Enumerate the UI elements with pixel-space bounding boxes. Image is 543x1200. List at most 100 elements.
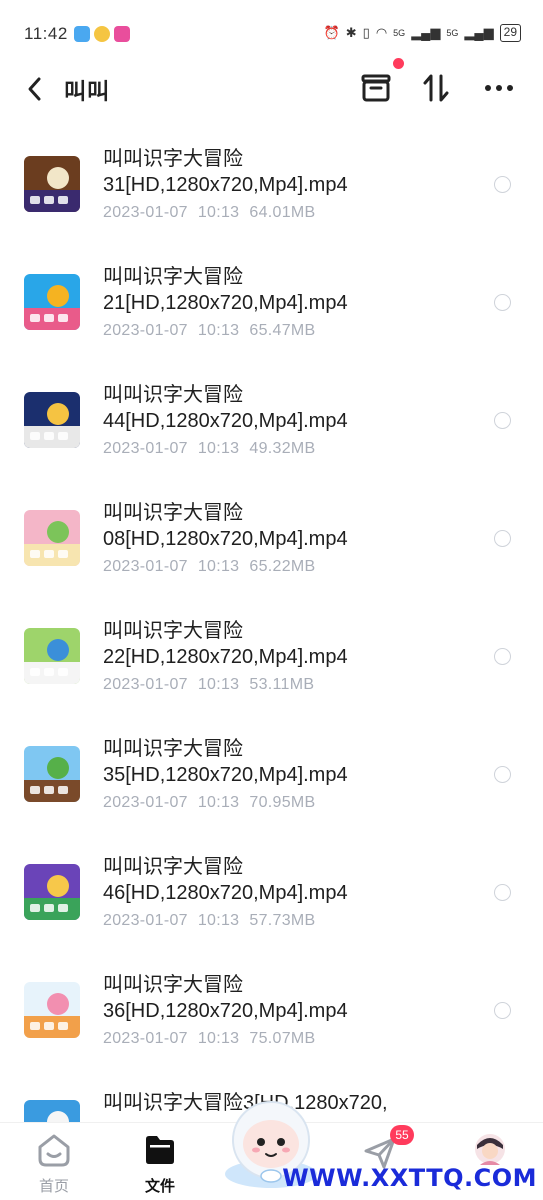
file-row[interactable]: 叫叫识字大冒险35[HD,1280x720,Mp4].mp4 2023-01-07… — [0, 716, 543, 834]
file-meta: 2023-01-07 10:13 53.11MB — [103, 676, 314, 694]
file-size: 75.07MB — [249, 1030, 316, 1047]
nav-home[interactable]: 首页 — [24, 1129, 84, 1195]
file-row[interactable]: 叫叫识字大冒险31[HD,1280x720,Mp4].mp4 2023-01-07… — [0, 126, 543, 244]
file-date: 2023-01-07 — [103, 558, 188, 575]
bluetooth-icon: ✱ — [345, 25, 357, 40]
file-meta: 2023-01-07 10:13 65.47MB — [103, 322, 316, 340]
alarm-icon: ⏰ — [323, 25, 340, 40]
file-name: 叫叫识字大冒险22[HD,1280x720,Mp4].mp4 — [103, 620, 348, 668]
wifi-icon: ◠ — [375, 25, 388, 40]
vibrate-icon: ▯ — [362, 25, 370, 40]
archive-box-icon — [361, 74, 391, 102]
nav-files-label: 文件 — [144, 1178, 175, 1195]
signal-icon: ▂▄▆ — [464, 25, 494, 40]
file-row[interactable]: 叫叫识字大冒险46[HD,1280x720,Mp4].mp4 2023-01-07… — [0, 834, 543, 952]
file-row[interactable]: 叫叫识字大冒险08[HD,1280x720,Mp4].mp4 2023-01-07… — [0, 480, 543, 598]
app-notification-icon — [114, 26, 130, 42]
video-thumbnail — [24, 274, 80, 330]
file-date: 2023-01-07 — [103, 322, 188, 339]
file-time: 10:13 — [197, 440, 240, 457]
status-indicators: ⏰ ✱ ▯ ◠ 5G ▂▄▆ 5G ▂▄▆ 29 — [324, 24, 521, 42]
file-row[interactable]: 叫叫识字大冒险44[HD,1280x720,Mp4].mp4 2023-01-07… — [0, 362, 543, 480]
file-name: 叫叫识字大冒险31[HD,1280x720,Mp4].mp4 — [103, 148, 348, 196]
file-time: 10:13 — [197, 558, 240, 575]
more-options-button[interactable] — [480, 70, 520, 106]
app-notification-icon — [94, 26, 110, 42]
signal-label: 5G — [393, 28, 406, 38]
file-name: 叫叫识字大冒险36[HD,1280x720,Mp4].mp4 — [103, 974, 348, 1022]
file-name: 叫叫识字大冒险21[HD,1280x720,Mp4].mp4 — [103, 266, 348, 314]
video-thumbnail — [24, 746, 80, 802]
file-time: 10:13 — [197, 794, 240, 811]
watermark-text: WWW.XXTTQ.COM — [282, 1164, 537, 1192]
video-thumbnail — [24, 392, 80, 448]
file-row[interactable]: 叫叫识字大冒险36[HD,1280x720,Mp4].mp4 2023-01-07… — [0, 952, 543, 1070]
video-thumbnail — [24, 510, 80, 566]
file-date: 2023-01-07 — [103, 912, 188, 929]
archive-button[interactable] — [358, 70, 394, 106]
file-date: 2023-01-07 — [103, 1030, 188, 1047]
nav-home-label: 首页 — [38, 1178, 69, 1195]
signal-label: 5G — [446, 28, 459, 38]
file-meta: 2023-01-07 10:13 75.07MB — [103, 1030, 316, 1048]
select-radio[interactable] — [494, 884, 511, 901]
file-row[interactable]: 叫叫识字大冒险21[HD,1280x720,Mp4].mp4 2023-01-07… — [0, 244, 543, 362]
share-badge: 55 — [390, 1125, 414, 1145]
file-time: 10:13 — [197, 912, 240, 929]
folder-icon — [146, 1136, 174, 1164]
page-title: 叫叫 — [64, 79, 111, 104]
file-date: 2023-01-07 — [103, 794, 188, 811]
nav-files[interactable]: 文件 — [130, 1129, 190, 1195]
battery-indicator: 29 — [499, 24, 521, 42]
file-meta: 2023-01-07 10:13 64.01MB — [103, 204, 316, 222]
file-size: 57.73MB — [249, 912, 316, 929]
file-meta: 2023-01-07 10:13 57.73MB — [103, 912, 316, 930]
file-list: 叫叫识字大冒险31[HD,1280x720,Mp4].mp4 2023-01-07… — [0, 126, 543, 1188]
file-size: 64.01MB — [249, 204, 316, 221]
top-bar: 叫叫 — [0, 58, 543, 112]
status-app-icons — [74, 26, 130, 42]
status-time: 11:42 — [24, 24, 68, 43]
home-icon — [38, 1134, 70, 1167]
file-date: 2023-01-07 — [103, 440, 188, 457]
file-time: 10:13 — [197, 204, 240, 221]
file-size: 65.22MB — [249, 558, 316, 575]
file-size: 70.95MB — [249, 794, 316, 811]
file-time: 10:13 — [197, 322, 240, 339]
file-time: 10:13 — [197, 1030, 240, 1047]
file-row[interactable]: 叫叫识字大冒险22[HD,1280x720,Mp4].mp4 2023-01-07… — [0, 598, 543, 716]
more-dots-icon — [485, 85, 513, 91]
select-radio[interactable] — [494, 648, 511, 665]
notification-dot — [393, 58, 404, 69]
file-date: 2023-01-07 — [103, 204, 188, 221]
file-meta: 2023-01-07 10:13 65.22MB — [103, 558, 316, 576]
back-button[interactable] — [22, 74, 48, 104]
file-meta: 2023-01-07 10:13 70.95MB — [103, 794, 316, 812]
video-thumbnail — [24, 864, 80, 920]
file-size: 49.32MB — [249, 440, 316, 457]
file-name: 叫叫识字大冒险44[HD,1280x720,Mp4].mp4 — [103, 384, 348, 432]
video-thumbnail — [24, 156, 80, 212]
video-thumbnail — [24, 982, 80, 1038]
select-radio[interactable] — [494, 1002, 511, 1019]
status-bar: 11:42 ⏰ ✱ ▯ ◠ 5G ▂▄▆ 5G ▂▄▆ 29 — [0, 0, 543, 68]
file-name: 叫叫识字大冒险08[HD,1280x720,Mp4].mp4 — [103, 502, 348, 550]
file-size: 53.11MB — [249, 676, 315, 693]
video-thumbnail — [24, 628, 80, 684]
file-date: 2023-01-07 — [103, 676, 188, 693]
file-name: 叫叫识字大冒险35[HD,1280x720,Mp4].mp4 — [103, 738, 348, 786]
signal-icon: ▂▄▆ — [411, 25, 441, 40]
sort-button[interactable] — [418, 70, 454, 106]
select-radio[interactable] — [494, 530, 511, 547]
file-time: 10:13 — [197, 676, 240, 693]
select-radio[interactable] — [494, 176, 511, 193]
file-meta: 2023-01-07 10:13 49.32MB — [103, 440, 316, 458]
sort-arrows-icon — [423, 74, 449, 102]
select-radio[interactable] — [494, 766, 511, 783]
file-size: 65.47MB — [249, 322, 316, 339]
chevron-left-icon — [28, 77, 41, 101]
app-notification-icon — [74, 26, 90, 42]
select-radio[interactable] — [494, 412, 511, 429]
file-name: 叫叫识字大冒险46[HD,1280x720,Mp4].mp4 — [103, 856, 348, 904]
select-radio[interactable] — [494, 294, 511, 311]
